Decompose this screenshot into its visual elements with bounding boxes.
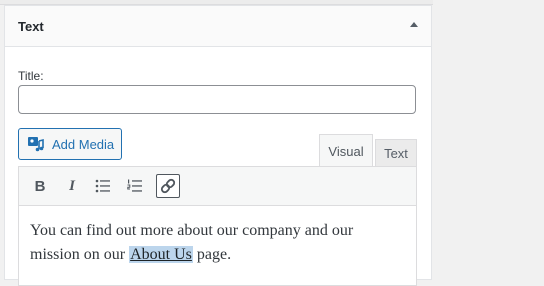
bold-icon: B xyxy=(34,177,46,195)
title-input[interactable] xyxy=(18,85,416,114)
widget-header[interactable]: Text xyxy=(5,6,431,47)
numbered-list-icon xyxy=(127,179,142,192)
content-text-after: page. xyxy=(192,246,232,263)
bold-button[interactable]: B xyxy=(28,174,52,198)
title-label: Title: xyxy=(18,69,44,83)
add-media-label: Add Media xyxy=(52,137,115,152)
link-button[interactable] xyxy=(156,174,180,198)
italic-button[interactable]: I xyxy=(60,174,84,198)
italic-icon: I xyxy=(69,177,75,194)
numbered-list-button[interactable] xyxy=(123,174,147,198)
media-icon xyxy=(28,137,44,152)
bullet-list-icon xyxy=(95,179,110,193)
text-widget: Text Title: Add Media Visual Text B I Yo… xyxy=(4,5,432,286)
widget-title: Text xyxy=(18,19,44,34)
link-icon xyxy=(160,178,176,194)
arrow-up-icon[interactable] xyxy=(410,22,418,27)
tab-visual[interactable]: Visual xyxy=(319,134,373,167)
about-us-link[interactable]: About Us xyxy=(129,246,193,263)
editor-content[interactable]: You can find out more about our company … xyxy=(30,219,405,267)
editor-toolbar: B I xyxy=(19,167,416,206)
rich-text-editor: B I You can find out more about our comp… xyxy=(18,166,417,286)
tab-text[interactable]: Text xyxy=(375,139,417,167)
add-media-button[interactable]: Add Media xyxy=(18,128,122,160)
bullet-list-button[interactable] xyxy=(91,174,115,198)
